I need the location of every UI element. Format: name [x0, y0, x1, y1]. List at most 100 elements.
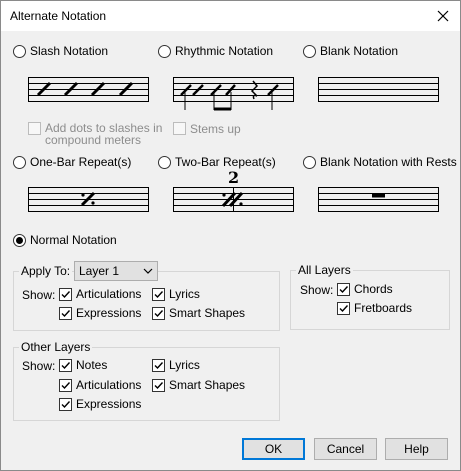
one-bar-repeat-preview	[28, 187, 149, 212]
title-bar: Alternate Notation	[1, 1, 460, 31]
add-dots-label-line2: compound meters	[45, 133, 142, 147]
checkmark-icon	[339, 304, 349, 312]
two-bar-repeat-preview: 2	[173, 169, 294, 212]
radio-circle	[13, 233, 26, 247]
radio-label-rhythmic: Rhythmic Notation	[175, 44, 274, 58]
help-button-label: Help	[404, 442, 429, 456]
checkbox-box	[59, 358, 72, 372]
add-dots-checkbox[interactable]: Add dots to slashes in compound meters	[28, 122, 162, 146]
radio-circle	[158, 44, 171, 58]
other-expressions-label: Expressions	[76, 397, 142, 411]
checkmark-icon	[61, 400, 71, 408]
all-layers-title: All Layers	[296, 263, 353, 277]
radio-circle	[13, 155, 26, 169]
checkmark-icon	[61, 361, 71, 369]
checkbox-box	[152, 287, 165, 301]
alternate-notation-dialog: Alternate Notation Slash Notation Rhythm…	[0, 0, 461, 471]
radio-circle	[158, 155, 171, 169]
close-icon	[437, 10, 449, 22]
apply-smart-shapes-checkbox[interactable]: Smart Shapes	[152, 306, 245, 320]
checkbox-box	[337, 282, 350, 296]
radio-label-blank-rests: Blank Notation with Rests	[320, 155, 457, 169]
radio-label-normal: Normal Notation	[30, 233, 117, 247]
other-articulations-label: Articulations	[76, 378, 142, 392]
checkmark-icon	[61, 309, 71, 317]
whole-rest-icon	[372, 193, 385, 198]
chords-label: Chords	[354, 282, 393, 296]
radio-one-bar-repeat[interactable]: One-Bar Repeat(s)	[13, 155, 131, 169]
radio-label-slash: Slash Notation	[30, 44, 109, 58]
help-button[interactable]: Help	[385, 438, 448, 460]
all-layers-show-label: Show:	[300, 283, 334, 297]
radio-two-bar-repeat[interactable]: Two-Bar Repeat(s)	[158, 155, 276, 169]
radio-blank-notation[interactable]: Blank Notation	[303, 44, 398, 58]
other-layers-show-label: Show:	[22, 359, 56, 373]
close-button[interactable]	[432, 5, 454, 27]
checkbox-box	[152, 358, 165, 372]
checkbox-box	[337, 301, 350, 315]
radio-label-one-bar: One-Bar Repeat(s)	[30, 155, 132, 169]
radio-label-blank: Blank Notation	[320, 44, 399, 58]
other-smart-shapes-checkbox[interactable]: Smart Shapes	[152, 378, 245, 392]
checkmark-icon	[154, 381, 164, 389]
blank-notation-preview	[318, 77, 439, 102]
other-articulations-checkbox[interactable]: Articulations	[59, 378, 141, 392]
apply-articulations-checkbox[interactable]: Articulations	[59, 287, 141, 301]
radio-circle	[303, 44, 316, 58]
other-notes-checkbox[interactable]: Notes	[59, 358, 107, 372]
dialog-title: Alternate Notation	[10, 9, 107, 23]
checkbox-box	[28, 122, 41, 135]
checkmark-icon	[154, 309, 164, 317]
chevron-down-icon	[143, 268, 153, 274]
fretboards-label: Fretboards	[354, 301, 413, 315]
blank-with-rests-preview	[318, 187, 439, 212]
other-lyrics-checkbox[interactable]: Lyrics	[152, 358, 200, 372]
radio-circle	[303, 155, 316, 169]
checkbox-box	[59, 397, 72, 411]
other-expressions-checkbox[interactable]: Expressions	[59, 397, 141, 411]
layer-select-value: Layer 1	[79, 264, 120, 278]
other-smart-shapes-label: Smart Shapes	[169, 378, 246, 392]
radio-normal-notation[interactable]: Normal Notation	[13, 233, 117, 247]
all-layers-group	[290, 270, 450, 330]
checkmark-icon	[61, 381, 71, 389]
radio-label-two-bar: Two-Bar Repeat(s)	[175, 155, 276, 169]
checkmark-icon	[154, 290, 164, 298]
other-layers-title: Other Layers	[19, 340, 93, 354]
other-lyrics-label: Lyrics	[169, 358, 200, 372]
rhythmic-notation-preview	[173, 77, 294, 111]
checkmark-icon	[339, 285, 349, 293]
radio-blank-with-rests[interactable]: Blank Notation with Rests	[303, 155, 457, 169]
apply-expressions-checkbox[interactable]: Expressions	[59, 306, 141, 320]
checkbox-box	[59, 378, 72, 392]
apply-lyrics-checkbox[interactable]: Lyrics	[152, 287, 200, 301]
checkbox-box	[173, 122, 186, 135]
ok-button-label: OK	[264, 442, 283, 456]
checkmark-icon	[154, 361, 164, 369]
cancel-button-label: Cancel	[326, 442, 365, 456]
checkbox-box	[152, 378, 165, 392]
radio-circle	[13, 44, 26, 58]
checkbox-box	[59, 287, 72, 301]
apply-to-label: Apply To:	[19, 264, 73, 278]
stems-up-checkbox[interactable]: Stems up	[173, 122, 241, 135]
radio-slash-notation[interactable]: Slash Notation	[13, 44, 108, 58]
other-notes-label: Notes	[76, 358, 108, 372]
chords-checkbox[interactable]: Chords	[337, 282, 393, 296]
two-bar-number: 2	[228, 169, 239, 187]
apply-to-show-label: Show:	[22, 288, 56, 302]
cancel-button[interactable]: Cancel	[314, 438, 377, 460]
ok-button[interactable]: OK	[242, 438, 305, 460]
apply-smart-shapes-label: Smart Shapes	[169, 306, 246, 320]
radio-rhythmic-notation[interactable]: Rhythmic Notation	[158, 44, 273, 58]
apply-lyrics-label: Lyrics	[169, 287, 200, 301]
stems-up-label: Stems up	[190, 121, 241, 136]
slash-notation-preview	[28, 77, 149, 102]
layer-select[interactable]: Layer 1	[74, 261, 158, 281]
checkmark-icon	[61, 290, 71, 298]
apply-expressions-label: Expressions	[76, 306, 142, 320]
checkbox-box	[59, 306, 72, 320]
checkbox-box	[152, 306, 165, 320]
apply-articulations-label: Articulations	[76, 287, 142, 301]
fretboards-checkbox[interactable]: Fretboards	[337, 301, 412, 315]
